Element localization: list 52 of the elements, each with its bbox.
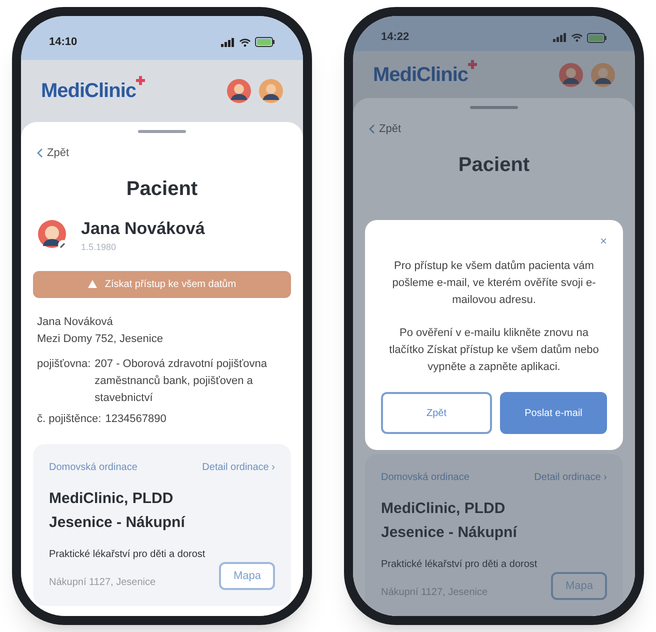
section-heading: Domovská ordinace: [49, 460, 138, 474]
clinic-specialty: Praktické lékařství pro děti a dorost: [381, 558, 538, 572]
detail-link[interactable]: Detail ordinace ›: [534, 470, 607, 484]
screen-title: Pacient: [457, 152, 531, 178]
back-link[interactable]: Zpět: [37, 145, 70, 162]
back-button[interactable]: Zpět: [381, 392, 492, 434]
address-line: Jana Nováková: [37, 314, 114, 330]
app-logo: MediClinic: [373, 62, 468, 88]
chevron-left-icon: [369, 124, 375, 134]
field-value: 1234567890: [105, 412, 166, 426]
clinic-name: Jesenice - Nákupní: [381, 522, 518, 542]
field-label: pojišťovna:: [37, 356, 91, 372]
detail-link[interactable]: Detail ordinace ›: [202, 460, 275, 474]
status-time: 14:22: [381, 30, 410, 46]
user-avatar[interactable]: [227, 79, 251, 103]
clinic-specialty: Praktické lékařství pro děti a dorost: [49, 548, 206, 562]
user-avatar[interactable]: [559, 62, 583, 87]
plus-icon: [468, 60, 478, 69]
map-button[interactable]: Mapa: [219, 562, 275, 590]
dialog-text: Pro přístup ke všem datům pacienta vám pošleme e-mail, ve kterém ověříte svoji e-mailovou adresu.: [391, 259, 597, 308]
battery-icon: [587, 32, 607, 43]
wifi-icon: [571, 33, 583, 42]
send-email-button[interactable]: Poslat e-mail: [500, 392, 607, 434]
access-button[interactable]: Získat přístup ke všem datům: [33, 270, 291, 298]
chevron-left-icon: [37, 148, 43, 158]
field-value: 207 - Oborová zdravotní pojišťovna zaměstnanců bank, pojišťoven a stavebnictví: [94, 356, 268, 406]
plus-icon: [136, 76, 146, 85]
patient-name: Jana Nováková: [81, 218, 205, 240]
user-avatar[interactable]: [259, 79, 283, 103]
warning-icon: [88, 280, 97, 288]
patient-dob: 1.5.1980: [81, 241, 118, 254]
clinic-name: MediClinic, PLDD: [49, 488, 174, 508]
dialog-text: Po ověření v e-mailu klikněte znovu na tlačítko Získat přístup ke všem datům nebo vypněte a zapněte aplikaci.: [388, 326, 600, 375]
signal-icon: [221, 38, 235, 46]
user-avatar[interactable]: [591, 62, 615, 87]
clinic-name: Jesenice - Nákupní: [49, 512, 186, 532]
sheet-handle[interactable]: [138, 130, 186, 133]
battery-icon: [255, 37, 275, 47]
sheet-handle[interactable]: [470, 106, 518, 109]
wifi-icon: [239, 38, 251, 46]
signal-icon: [553, 33, 567, 42]
back-link[interactable]: Zpět: [369, 121, 402, 138]
status-time: 14:10: [49, 34, 78, 50]
screen-title: Pacient: [125, 176, 199, 202]
field-label: č. pojištěnce:: [37, 412, 102, 426]
section-heading: Domovská ordinace: [381, 470, 470, 484]
address-line: Mezi Domy 752, Jesenice: [37, 332, 164, 346]
close-button[interactable]: ×: [600, 232, 607, 250]
clinic-address: Nákupní 1127, Jesenice: [49, 576, 156, 590]
clinic-name: MediClinic, PLDD: [381, 498, 506, 518]
patient-avatar: [37, 219, 69, 251]
app-logo: MediClinic: [41, 79, 136, 104]
